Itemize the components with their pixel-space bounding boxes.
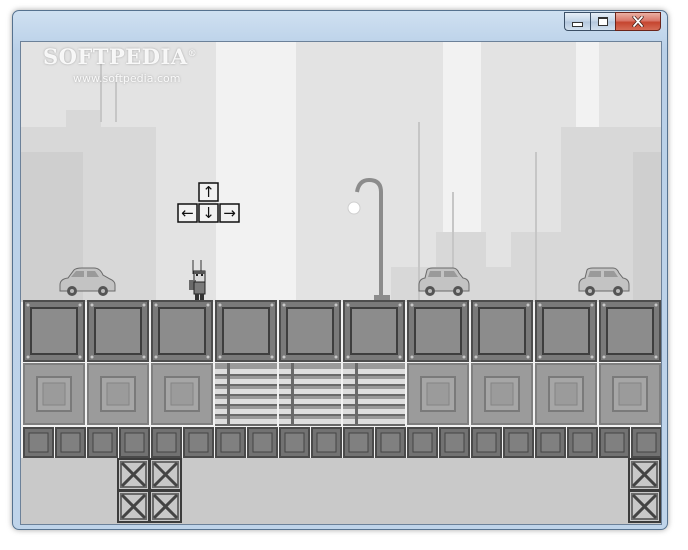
crate (628, 458, 661, 491)
minimize-button[interactable] (564, 12, 590, 31)
platform-top-tile (279, 300, 341, 362)
platform-bottom-tile (87, 427, 118, 458)
app-window: ↑ ← ↓ → SOFTPEDIA® www.softpedia.com (12, 10, 668, 530)
platform-top-tile (343, 300, 405, 362)
platform-top-tile (87, 300, 149, 362)
watermark-url: www.softpedia.com (73, 72, 181, 85)
game-scene: ↑ ← ↓ → (21, 42, 661, 524)
key-up-label: ↑ (202, 183, 215, 201)
key-down: ↓ (198, 203, 219, 223)
platform-top-tile (599, 300, 661, 362)
platform-bottom-tile (631, 427, 661, 458)
platform-bottom-tile (151, 427, 182, 458)
title-bar[interactable] (13, 11, 667, 41)
key-up: ↑ (198, 182, 219, 202)
platform-bottom-tile (503, 427, 534, 458)
platform-mid-tile (151, 363, 213, 425)
platform-mid-tile (471, 363, 533, 425)
crate (149, 490, 182, 523)
platform-bottom-tile (183, 427, 214, 458)
platform-bottom-tile (55, 427, 86, 458)
platform-bottom-tile (311, 427, 342, 458)
crate (117, 458, 150, 491)
platform-bottom-tile (471, 427, 502, 458)
platform-top-tile (471, 300, 533, 362)
platform-bottom-tile (119, 427, 150, 458)
platform-top-tile (23, 300, 85, 362)
key-left: ← (177, 203, 198, 223)
crate (117, 490, 150, 523)
key-right-label: → (223, 204, 236, 222)
caption-buttons (564, 12, 661, 32)
key-right: → (219, 203, 240, 223)
platform-bottom-tile (375, 427, 406, 458)
watermark-trademark: ® (187, 49, 198, 59)
platform-bottom-tile (567, 427, 598, 458)
platform-bottom-tile (279, 427, 310, 458)
platform-bottom-tile (343, 427, 374, 458)
platform-top-tile (535, 300, 597, 362)
platform-mid-tile (535, 363, 597, 425)
platform-mid-tile (599, 363, 661, 425)
platform-top-tile (215, 300, 277, 362)
platform-bottom-tile (407, 427, 438, 458)
close-icon (632, 16, 644, 27)
platform-bottom-tile (535, 427, 566, 458)
platform-mid-tile (23, 363, 85, 425)
platform-grate-tile (343, 363, 405, 426)
watermark-brand-text: SOFTPEDIA (43, 44, 188, 69)
platform-bottom-tile (215, 427, 246, 458)
platform-bottom-tile (247, 427, 278, 458)
platform-top-tile (407, 300, 469, 362)
maximize-icon (598, 17, 608, 26)
platform-mid-tile (407, 363, 469, 425)
platform-grate-tile (215, 363, 277, 426)
game-viewport[interactable]: ↑ ← ↓ → SOFTPEDIA® www.softpedia.com (20, 41, 662, 525)
key-down-label: ↓ (202, 204, 215, 222)
crate (628, 490, 661, 523)
minimize-icon (572, 22, 583, 27)
maximize-button[interactable] (590, 12, 615, 31)
platform-bottom-tile (439, 427, 470, 458)
watermark-brand: SOFTPEDIA® (43, 44, 197, 69)
platform-bottom-tile (599, 427, 630, 458)
platform-top-tile (151, 300, 213, 362)
platform-grate-tile (279, 363, 341, 426)
key-left-label: ← (181, 204, 194, 222)
platform-bottom-tile (23, 427, 54, 458)
crate (149, 458, 182, 491)
close-button[interactable] (615, 12, 661, 31)
platform-mid-tile (87, 363, 149, 425)
